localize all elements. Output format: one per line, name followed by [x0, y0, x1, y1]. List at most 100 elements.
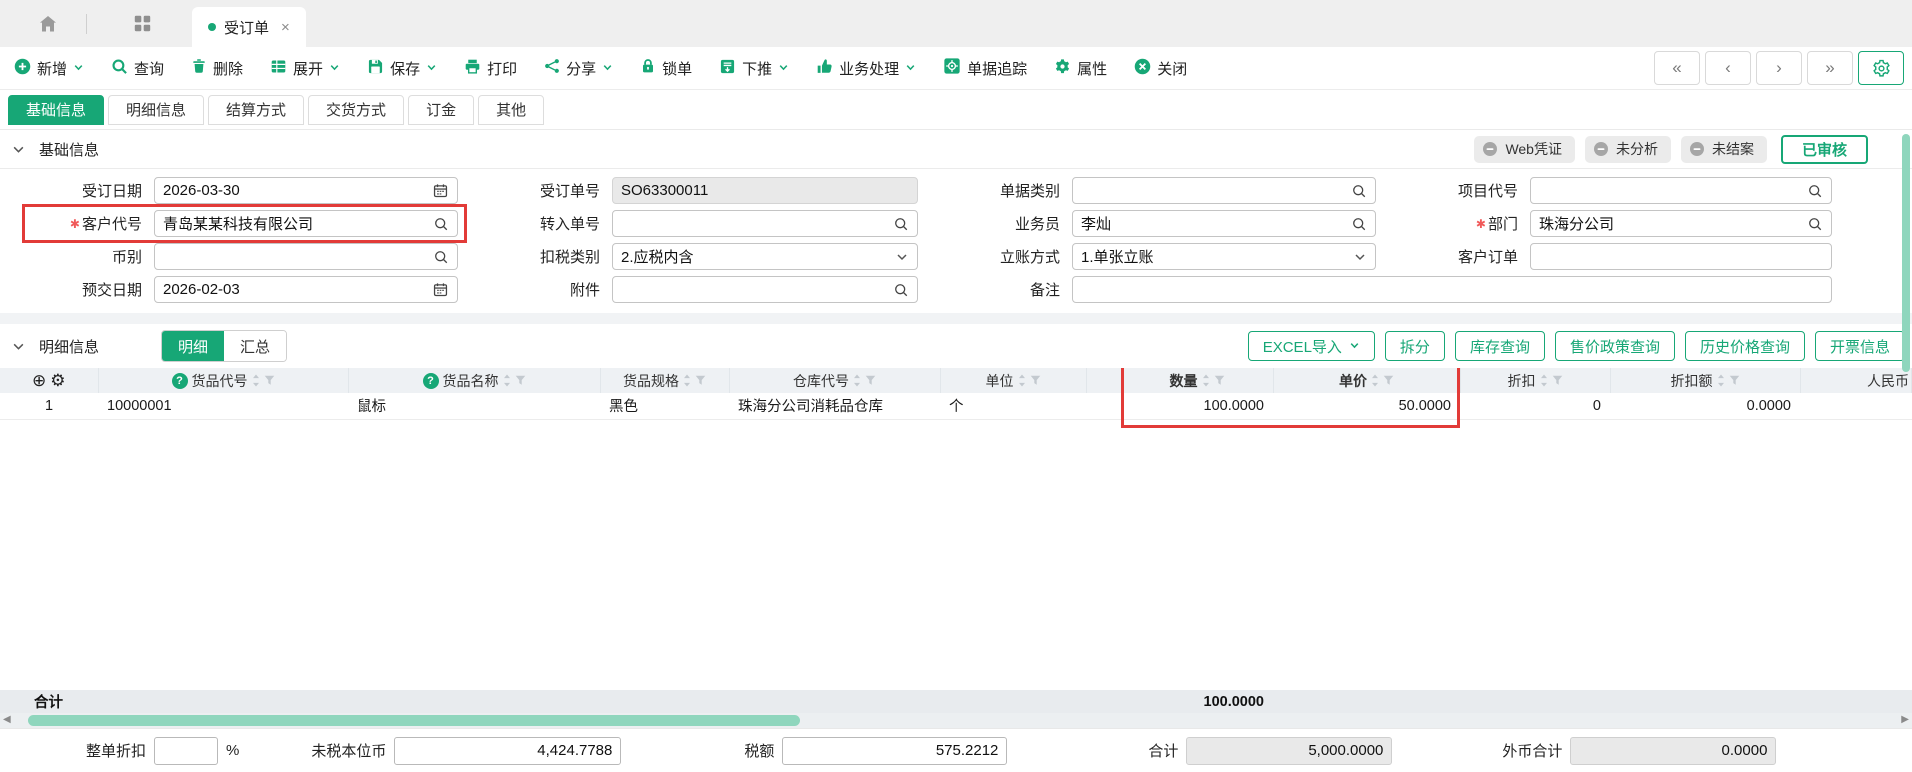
project-code-field[interactable]	[1530, 177, 1832, 204]
active-document-tab[interactable]: 受订单 ×	[192, 7, 306, 47]
department-field[interactable]: 珠海分公司	[1530, 210, 1832, 237]
doc-type-field[interactable]	[1072, 177, 1376, 204]
sort-icon[interactable]	[1018, 374, 1026, 387]
filter-icon[interactable]	[695, 375, 706, 386]
split-button[interactable]: 拆分	[1385, 331, 1445, 361]
sort-icon[interactable]	[1371, 374, 1379, 387]
col-header-warehouse[interactable]: 仓库代号	[729, 368, 940, 393]
stock-query-button[interactable]: 库存查询	[1455, 331, 1545, 361]
next-record-button[interactable]: ›	[1756, 51, 1802, 85]
toolbar-lock-button[interactable]: 锁单	[640, 58, 692, 79]
apps-grid-icon[interactable]	[133, 14, 152, 33]
filter-icon[interactable]	[1214, 375, 1225, 386]
calendar-icon[interactable]	[432, 182, 449, 199]
filter-icon[interactable]	[1383, 375, 1394, 386]
filter-icon[interactable]	[1729, 375, 1740, 386]
item-code-cell[interactable]: 10000001	[98, 393, 348, 419]
last-record-button[interactable]: »	[1807, 51, 1853, 85]
customer-order-field[interactable]	[1530, 243, 1832, 270]
tab-close-icon[interactable]: ×	[281, 19, 290, 36]
home-icon[interactable]	[38, 14, 58, 34]
tab-deposit[interactable]: 订金	[408, 95, 474, 125]
tax-type-select[interactable]: 2.应税内含	[612, 243, 918, 270]
col-header-cny[interactable]: 人民币	[1800, 368, 1912, 393]
sort-icon[interactable]	[252, 374, 260, 387]
help-icon[interactable]	[423, 373, 439, 389]
toolbar-business-process-button[interactable]: 业务处理	[816, 58, 916, 79]
toolbar-doc-tracking-button[interactable]: 单据追踪	[943, 57, 1027, 79]
sort-icon[interactable]	[1540, 374, 1548, 387]
toolbar-new-button[interactable]: 新增	[14, 58, 84, 79]
toolbar-close-button[interactable]: 关闭	[1134, 58, 1187, 79]
collapse-chevron-icon[interactable]	[12, 340, 25, 353]
not-analyzed-badge[interactable]: 未分析	[1585, 136, 1671, 163]
toolbar-expand-button[interactable]: 展开	[270, 58, 340, 79]
add-row-icon[interactable]: ⊕	[32, 372, 46, 389]
scroll-right-arrow-icon[interactable]: ▶	[1901, 714, 1909, 725]
currency-field[interactable]	[154, 243, 458, 270]
whole-discount-input[interactable]	[154, 737, 218, 765]
tab-basic-info[interactable]: 基础信息	[8, 95, 104, 125]
delivery-date-field[interactable]: 2026-02-03	[154, 276, 458, 303]
toggle-summary[interactable]: 汇总	[224, 331, 286, 361]
chevron-down-icon[interactable]	[895, 250, 909, 264]
col-header-item-spec[interactable]: 货品规格	[600, 368, 729, 393]
sort-icon[interactable]	[1717, 374, 1725, 387]
prev-record-button[interactable]: ‹	[1705, 51, 1751, 85]
tax-amount-input[interactable]: 575.2212	[782, 737, 1007, 765]
search-icon[interactable]	[1351, 183, 1367, 199]
first-record-button[interactable]: «	[1654, 51, 1700, 85]
tab-other[interactable]: 其他	[478, 95, 544, 125]
horizontal-scrollbar-thumb[interactable]	[28, 715, 800, 726]
customer-code-field[interactable]: 青岛某某科技有限公司	[154, 210, 458, 237]
search-icon[interactable]	[1351, 216, 1367, 232]
settings-gear-button[interactable]	[1858, 51, 1904, 85]
col-header-unit[interactable]: 单位	[940, 368, 1086, 393]
sort-icon[interactable]	[1202, 374, 1210, 387]
toolbar-print-button[interactable]: 打印	[464, 58, 517, 79]
invoice-info-button[interactable]: 开票信息	[1815, 331, 1905, 361]
help-icon[interactable]	[172, 373, 188, 389]
search-icon[interactable]	[893, 282, 909, 298]
unit-price-cell[interactable]: 50.0000	[1273, 393, 1460, 419]
scroll-left-arrow-icon[interactable]: ◀	[3, 714, 11, 725]
item-name-cell[interactable]: 鼠标	[348, 393, 600, 419]
untaxed-base-input[interactable]: 4,424.7788	[394, 737, 621, 765]
price-policy-query-button[interactable]: 售价政策查询	[1555, 331, 1675, 361]
discount-cell[interactable]: 0	[1460, 393, 1610, 419]
toolbar-delete-button[interactable]: 删除	[191, 58, 243, 79]
column-settings-icon[interactable]: ⚙	[50, 372, 65, 389]
cny-cell[interactable]	[1800, 393, 1912, 419]
col-header-quantity[interactable]: 数量	[1121, 368, 1273, 393]
filter-icon[interactable]	[264, 375, 275, 386]
filter-icon[interactable]	[1030, 375, 1041, 386]
tab-delivery[interactable]: 交货方式	[308, 95, 404, 125]
remark-field[interactable]	[1072, 276, 1832, 303]
tab-detail-info[interactable]: 明细信息	[108, 95, 204, 125]
warehouse-cell[interactable]: 珠海分公司消耗品仓库	[729, 393, 940, 419]
filter-icon[interactable]	[515, 375, 526, 386]
toggle-detail[interactable]: 明细	[162, 331, 224, 361]
filter-icon[interactable]	[865, 375, 876, 386]
tab-settlement[interactable]: 结算方式	[208, 95, 304, 125]
toolbar-save-button[interactable]: 保存	[367, 58, 437, 79]
not-closed-badge[interactable]: 未结案	[1681, 136, 1767, 163]
chevron-down-icon[interactable]	[1353, 250, 1367, 264]
toolbar-properties-button[interactable]: 属性	[1054, 58, 1107, 79]
transfer-no-field[interactable]	[612, 210, 918, 237]
toolbar-query-button[interactable]: 查询	[111, 58, 164, 79]
search-icon[interactable]	[1807, 216, 1823, 232]
account-method-select[interactable]: 1.单张立账	[1072, 243, 1376, 270]
search-icon[interactable]	[433, 216, 449, 232]
calendar-icon[interactable]	[432, 281, 449, 298]
history-price-query-button[interactable]: 历史价格查询	[1685, 331, 1805, 361]
sort-icon[interactable]	[853, 374, 861, 387]
toolbar-share-button[interactable]: 分享	[544, 58, 613, 79]
excel-import-button[interactable]: EXCEL导入	[1248, 331, 1375, 361]
toolbar-pushdown-button[interactable]: 下推	[719, 58, 789, 79]
item-spec-cell[interactable]: 黑色	[600, 393, 729, 419]
horizontal-scrollbar[interactable]: ◀ ▶	[0, 713, 1912, 728]
web-voucher-badge[interactable]: Web凭证	[1474, 136, 1575, 163]
col-header-unit-price[interactable]: 单价	[1273, 368, 1460, 393]
sort-icon[interactable]	[503, 374, 511, 387]
